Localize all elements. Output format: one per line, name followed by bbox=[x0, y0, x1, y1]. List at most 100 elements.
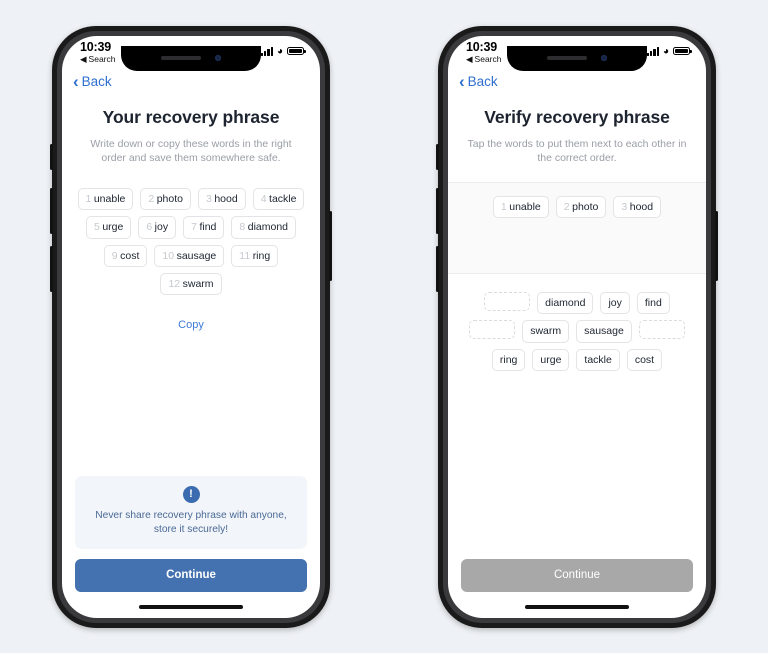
continue-button[interactable]: Continue bbox=[75, 558, 307, 592]
phrase-word-index: 1 bbox=[500, 201, 507, 214]
status-bar: 10:39 ◀ Search ◕ bbox=[62, 36, 320, 72]
volume-down-button[interactable] bbox=[50, 245, 53, 292]
phrase-word-chip[interactable]: 10 sausage bbox=[154, 244, 225, 267]
pool-word-text: cost bbox=[634, 353, 655, 366]
phrase-word-index: 2 bbox=[563, 201, 570, 214]
phrase-word-index: 2 bbox=[148, 193, 155, 206]
phrase-word-chip[interactable]: 2 photo bbox=[555, 196, 607, 219]
status-time: 10:39 bbox=[466, 39, 497, 54]
home-indicator[interactable] bbox=[139, 604, 243, 609]
page-subtitle: Tap the words to put them next to each o… bbox=[467, 137, 687, 165]
volume-up-button[interactable] bbox=[50, 187, 53, 234]
phrase-word-chip[interactable]: 8 diamond bbox=[231, 216, 297, 239]
mute-switch[interactable] bbox=[50, 143, 53, 170]
phrase-word-index: 3 bbox=[621, 201, 628, 214]
chevron-left-icon: ‹ bbox=[459, 71, 465, 91]
pool-word-chip[interactable]: cost bbox=[626, 348, 663, 371]
page-title: Your recovery phrase bbox=[102, 106, 280, 127]
phrase-word-text: photo bbox=[156, 193, 183, 206]
recovery-phrase-word-list: 1 unable 2 photo 3 hood 4 tackle 5 urge 6 joy 7 find 8… bbox=[62, 188, 320, 295]
phrase-word-index: 11 bbox=[239, 249, 251, 262]
pool-word-chip[interactable]: ring bbox=[491, 348, 526, 371]
signal-bars-icon bbox=[646, 46, 659, 56]
home-indicator[interactable] bbox=[525, 604, 629, 609]
back-button[interactable]: ‹ Back bbox=[459, 71, 498, 91]
navigation-bar: ‹ Back bbox=[62, 72, 320, 93]
phrase-word-chip[interactable]: 5 urge bbox=[85, 216, 132, 239]
screen-content-verify-phrase: Verify recovery phrase Tap the words to … bbox=[448, 93, 706, 618]
battery-icon bbox=[673, 46, 692, 56]
status-back-to-app[interactable]: ◀ Search bbox=[466, 54, 501, 64]
pool-word-chip[interactable]: joy bbox=[600, 292, 630, 315]
phrase-word-chip[interactable]: 11 ring bbox=[231, 244, 279, 267]
phrase-word-text: diamond bbox=[247, 221, 289, 234]
word-pool-list: diamond joy find swarm sausage ring urge tackle… bbox=[448, 274, 706, 371]
phrase-word-text: unable bbox=[509, 201, 541, 214]
pool-word-chip[interactable]: diamond bbox=[537, 292, 594, 315]
phrase-word-chip[interactable]: 3 hood bbox=[198, 188, 246, 211]
pool-word-chip[interactable]: tackle bbox=[576, 348, 620, 371]
volume-down-button[interactable] bbox=[436, 245, 439, 292]
empty-word-slot[interactable] bbox=[484, 292, 531, 312]
phrase-word-text: tackle bbox=[269, 193, 297, 206]
phrase-word-text: hood bbox=[629, 201, 654, 214]
power-button[interactable] bbox=[329, 210, 332, 281]
phrase-word-text: photo bbox=[572, 201, 599, 214]
phrase-word-chip[interactable]: 9 cost bbox=[103, 244, 148, 267]
phrase-word-index: 9 bbox=[111, 249, 118, 262]
status-bar-right: ◕ bbox=[646, 41, 692, 57]
pool-word-text: joy bbox=[608, 297, 622, 310]
pool-word-chip[interactable]: sausage bbox=[576, 320, 632, 343]
copy-button[interactable]: Copy bbox=[62, 319, 320, 331]
phrase-word-index: 12 bbox=[168, 277, 181, 290]
signal-bars-icon bbox=[260, 46, 273, 56]
status-back-app-label: Search bbox=[88, 53, 116, 64]
phrase-word-text: joy bbox=[154, 221, 169, 234]
phone-screen-verify-phrase: 10:39 ◀ Search ◕ ‹ Back Verify recovery … bbox=[448, 35, 706, 618]
mute-switch[interactable] bbox=[436, 143, 439, 170]
phone-screen-recovery-phrase: 10:39 ◀ Search ◕ ‹ Back Your recovery ph… bbox=[62, 35, 320, 618]
phrase-word-chip[interactable]: 4 tackle bbox=[252, 188, 305, 211]
pool-word-chip[interactable]: swarm bbox=[522, 320, 570, 343]
phrase-word-text: swarm bbox=[182, 277, 214, 290]
empty-word-slot[interactable] bbox=[469, 320, 516, 340]
page-title: Verify recovery phrase bbox=[484, 106, 670, 127]
phrase-word-chip[interactable]: 1 unable bbox=[492, 196, 549, 219]
phrase-word-text: find bbox=[199, 221, 217, 234]
phrase-word-chip[interactable]: 6 joy bbox=[138, 216, 177, 239]
pool-word-chip[interactable]: find bbox=[636, 292, 670, 315]
phrase-word-chip[interactable]: 1 unable bbox=[77, 188, 134, 211]
back-button-label: Back bbox=[467, 73, 498, 89]
back-arrow-icon: ◀ bbox=[80, 53, 87, 64]
phrase-word-chip[interactable]: 3 hood bbox=[613, 196, 662, 219]
phrase-word-index: 6 bbox=[146, 221, 153, 234]
wifi-icon: ◕ bbox=[662, 45, 669, 57]
pool-word-text: ring bbox=[499, 353, 518, 366]
selected-words-panel: 1 unable 2 photo 3 hood bbox=[448, 182, 706, 275]
status-back-to-app[interactable]: ◀ Search bbox=[80, 53, 116, 64]
phrase-word-index: 7 bbox=[191, 221, 197, 234]
phrase-word-index: 1 bbox=[85, 193, 92, 206]
power-button[interactable] bbox=[715, 210, 718, 281]
status-bar-left: 10:39 ◀ Search bbox=[80, 39, 116, 64]
status-bar-left: 10:39 ◀ Search bbox=[466, 39, 501, 64]
status-bar: 10:39 ◀ Search ◕ bbox=[448, 36, 706, 72]
screenshot-stage: 10:39 ◀ Search ◕ ‹ Back Your recovery ph… bbox=[0, 0, 768, 653]
status-time: 10:39 bbox=[80, 39, 111, 54]
phrase-word-chip[interactable]: 12 swarm bbox=[160, 272, 222, 295]
pool-word-text: urge bbox=[540, 353, 562, 366]
back-button[interactable]: ‹ Back bbox=[73, 73, 112, 90]
empty-word-slot[interactable] bbox=[638, 320, 685, 340]
phrase-word-chip[interactable]: 7 find bbox=[183, 216, 225, 239]
back-button-label: Back bbox=[81, 73, 112, 89]
pool-word-chip[interactable]: urge bbox=[532, 348, 570, 371]
phrase-word-index: 4 bbox=[260, 193, 267, 206]
pool-word-text: sausage bbox=[584, 325, 624, 338]
volume-up-button[interactable] bbox=[436, 187, 439, 234]
phrase-word-text: hood bbox=[214, 193, 238, 206]
phrase-word-chip[interactable]: 2 photo bbox=[140, 188, 191, 211]
phrase-word-text: cost bbox=[120, 249, 140, 262]
phrase-word-index: 3 bbox=[206, 193, 212, 206]
phrase-word-index: 8 bbox=[239, 221, 246, 234]
